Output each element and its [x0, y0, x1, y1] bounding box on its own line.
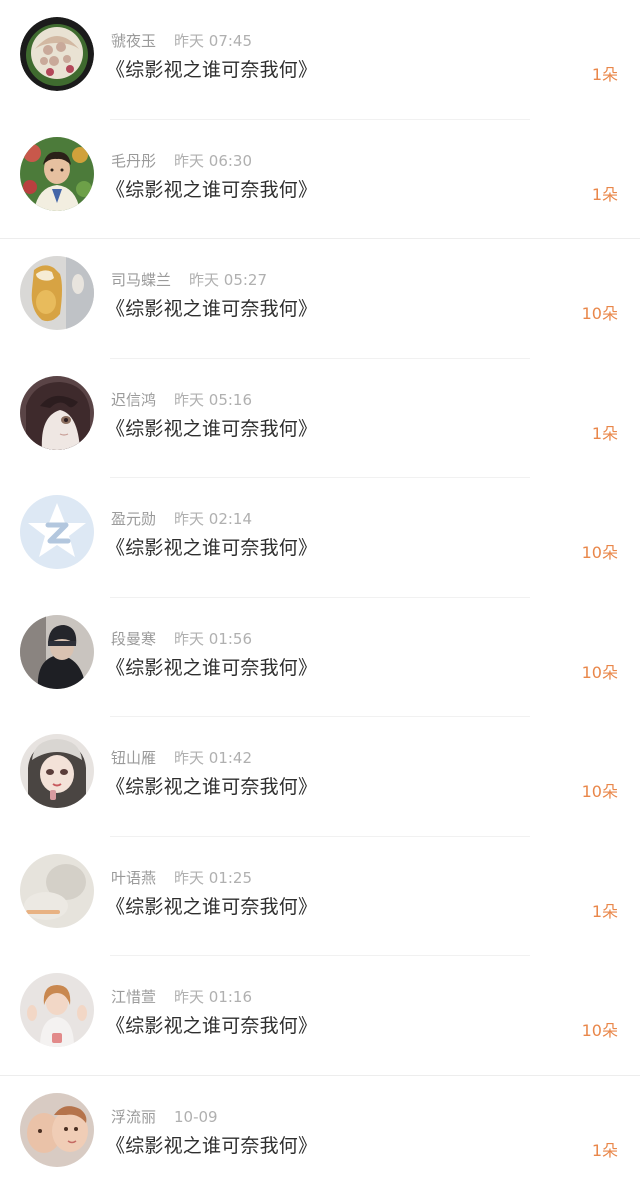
user-name[interactable]: 盈元勋: [111, 510, 156, 528]
list-item[interactable]: 毛丹彤昨天 06:30 《综影视之谁可奈我何》 1朵: [0, 120, 640, 240]
child-photo-avatar-image: [20, 137, 94, 211]
timestamp: 昨天 07:45: [174, 32, 252, 50]
timestamp: 昨天 01:16: [174, 988, 252, 1006]
item-meta: 虢夜玉昨天 07:45: [111, 30, 252, 50]
avatar[interactable]: [20, 1093, 94, 1167]
default-z-logo-avatar-image: [20, 495, 94, 569]
item-meta: 迟信鸿昨天 05:16: [111, 389, 252, 409]
book-title[interactable]: 《综影视之谁可奈我何》: [106, 533, 317, 560]
list-item[interactable]: 司马蝶兰昨天 05:27 《综影视之谁可奈我何》 10朵: [0, 239, 640, 359]
book-title[interactable]: 《综影视之谁可奈我何》: [106, 1011, 317, 1038]
user-name[interactable]: 江惜萱: [111, 988, 156, 1006]
avatar[interactable]: [20, 615, 94, 689]
gift-count: 10朵: [582, 659, 618, 683]
book-title[interactable]: 《综影视之谁可奈我何》: [106, 175, 317, 202]
book-title[interactable]: 《综影视之谁可奈我何》: [106, 653, 317, 680]
list-item[interactable]: 迟信鸿昨天 05:16 《综影视之谁可奈我何》 1朵: [0, 359, 640, 479]
timestamp: 昨天 06:30: [174, 152, 252, 170]
item-meta: 钮山雁昨天 01:42: [111, 747, 252, 767]
gift-count: 1朵: [592, 61, 618, 85]
user-name[interactable]: 虢夜玉: [111, 32, 156, 50]
user-name[interactable]: 迟信鸿: [111, 391, 156, 409]
timestamp: 昨天 01:25: [174, 869, 252, 887]
avatar[interactable]: [20, 854, 94, 928]
list-item[interactable]: 江惜萱昨天 01:16 《综影视之谁可奈我何》 10朵: [0, 956, 640, 1076]
book-title[interactable]: 《综影视之谁可奈我何》: [106, 294, 317, 321]
item-meta: 叶语燕昨天 01:25: [111, 867, 252, 887]
kids-photo-avatar-image: [20, 1093, 94, 1167]
avatar[interactable]: [20, 17, 94, 91]
item-meta: 司马蝶兰昨天 05:27: [111, 269, 267, 289]
user-name[interactable]: 浮流丽: [111, 1108, 156, 1126]
book-title[interactable]: 《综影视之谁可奈我何》: [106, 414, 317, 441]
user-name[interactable]: 叶语燕: [111, 869, 156, 887]
list-item[interactable]: 盈元勋昨天 02:14 《综影视之谁可奈我何》 10朵: [0, 478, 640, 598]
timestamp: 昨天 02:14: [174, 510, 252, 528]
watermelon-carving-avatar-image: [20, 17, 94, 91]
gift-count: 1朵: [592, 420, 618, 444]
gift-count: 1朵: [592, 181, 618, 205]
list-item[interactable]: 段曼寒昨天 01:56 《综影视之谁可奈我何》 10朵: [0, 598, 640, 718]
item-meta: 江惜萱昨天 01:16: [111, 986, 252, 1006]
timestamp: 昨天 01:56: [174, 630, 252, 648]
timestamp: 10-09: [174, 1108, 218, 1126]
gift-count: 10朵: [582, 539, 618, 563]
item-meta: 段曼寒昨天 01:56: [111, 628, 252, 648]
timestamp: 昨天 01:42: [174, 749, 252, 767]
timestamp: 昨天 05:16: [174, 391, 252, 409]
avatar[interactable]: [20, 256, 94, 330]
drink-glass-avatar-image: [20, 256, 94, 330]
user-name[interactable]: 毛丹彤: [111, 152, 156, 170]
gift-count: 1朵: [592, 898, 618, 922]
timestamp: 昨天 05:27: [189, 271, 267, 289]
avatar[interactable]: [20, 137, 94, 211]
user-name[interactable]: 钮山雁: [111, 749, 156, 767]
list-item[interactable]: 叶语燕昨天 01:25 《综影视之谁可奈我何》 1朵: [0, 837, 640, 957]
gift-count: 1朵: [592, 1137, 618, 1161]
gift-count: 10朵: [582, 778, 618, 802]
user-name[interactable]: 段曼寒: [111, 630, 156, 648]
waving-girl-avatar-image: [20, 973, 94, 1047]
book-title[interactable]: 《综影视之谁可奈我何》: [106, 892, 317, 919]
user-name[interactable]: 司马蝶兰: [111, 271, 171, 289]
item-meta: 盈元勋昨天 02:14: [111, 508, 252, 528]
avatar[interactable]: [20, 734, 94, 808]
avatar[interactable]: [20, 973, 94, 1047]
book-title[interactable]: 《综影视之谁可奈我何》: [106, 1131, 317, 1158]
anime-girl-avatar-image: [20, 376, 94, 450]
item-meta: 毛丹彤昨天 06:30: [111, 150, 252, 170]
avatar[interactable]: [20, 495, 94, 569]
illustrated-girl-avatar-image: [20, 734, 94, 808]
pale-misty-avatar-image: [20, 854, 94, 928]
book-title[interactable]: 《综影视之谁可奈我何》: [106, 55, 317, 82]
dark-beanie-avatar-image: [20, 615, 94, 689]
list-item[interactable]: 虢夜玉昨天 07:45 《综影视之谁可奈我何》 1朵: [0, 0, 640, 120]
gift-count: 10朵: [582, 300, 618, 324]
list-item[interactable]: 钮山雁昨天 01:42 《综影视之谁可奈我何》 10朵: [0, 717, 640, 837]
book-title[interactable]: 《综影视之谁可奈我何》: [106, 772, 317, 799]
avatar[interactable]: [20, 376, 94, 450]
item-meta: 浮流丽 10-09: [111, 1106, 218, 1126]
gift-feed-list: 虢夜玉昨天 07:45 《综影视之谁可奈我何》 1朵 毛丹彤昨天 06:30: [0, 0, 640, 1172]
gift-count: 10朵: [582, 1017, 618, 1041]
list-item[interactable]: 浮流丽 10-09 《综影视之谁可奈我何》 1朵: [0, 1076, 640, 1195]
